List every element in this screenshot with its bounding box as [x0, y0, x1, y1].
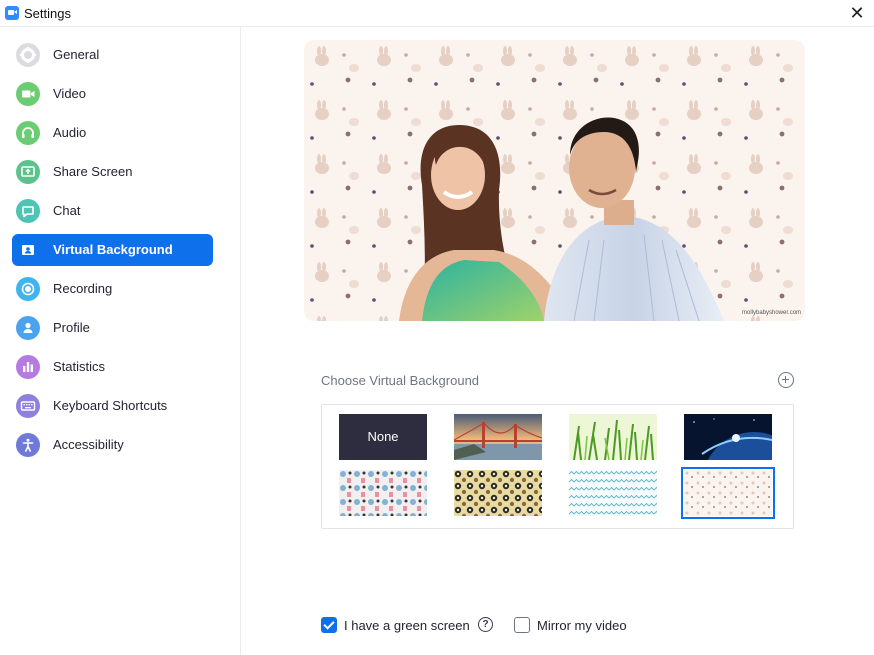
preview-watermark: mollybabyshower.com — [742, 310, 801, 316]
mirror-video-label: Mirror my video — [537, 618, 627, 633]
sidebar: General Video Audio Share Screen Chat Vi… — [0, 27, 241, 655]
sidebar-item-accessibility[interactable]: Accessibility — [12, 429, 213, 461]
chat-bubble-icon — [16, 199, 40, 223]
sidebar-item-chat[interactable]: Chat — [12, 195, 213, 227]
sidebar-item-general[interactable]: General — [12, 39, 213, 71]
person-icon — [16, 316, 40, 340]
choose-background-label: Choose Virtual Background — [321, 373, 480, 388]
close-button[interactable]: ✕ — [846, 3, 868, 23]
contact-card-icon — [16, 238, 40, 262]
background-thumb-pattern-1[interactable] — [339, 470, 427, 516]
sidebar-item-share-screen[interactable]: Share Screen — [12, 156, 213, 188]
background-thumb-pattern-2[interactable] — [454, 470, 542, 516]
sidebar-item-label: Keyboard Shortcuts — [53, 398, 168, 413]
background-thumb-earth[interactable] — [684, 414, 772, 460]
mirror-video-checkbox[interactable] — [514, 617, 530, 633]
video-preview: mollybabyshower.com — [304, 40, 805, 321]
title-bar: Settings ✕ — [0, 0, 874, 27]
sidebar-item-statistics[interactable]: Statistics — [12, 351, 213, 383]
sidebar-item-label: Chat — [53, 203, 81, 218]
sidebar-item-recording[interactable]: Recording — [12, 273, 213, 305]
sidebar-item-audio[interactable]: Audio — [12, 117, 213, 149]
sidebar-item-label: Profile — [53, 320, 90, 335]
background-thumb-pattern-4[interactable] — [681, 467, 775, 519]
sidebar-item-keyboard-shortcuts[interactable]: Keyboard Shortcuts — [12, 390, 213, 422]
bar-chart-icon — [16, 355, 40, 379]
sidebar-item-label: Video — [53, 86, 87, 101]
gear-icon — [16, 43, 40, 67]
background-thumb-golden-gate[interactable] — [454, 414, 542, 460]
keyboard-icon — [16, 394, 40, 418]
help-icon[interactable]: ? — [478, 617, 493, 632]
sidebar-item-video[interactable]: Video — [12, 78, 213, 110]
sidebar-item-label: Recording — [53, 281, 113, 296]
sidebar-item-label: Share Screen — [53, 164, 133, 179]
background-thumb-pattern-3[interactable] — [569, 470, 657, 516]
window-title: Settings — [24, 6, 71, 21]
background-thumb-none[interactable]: None — [339, 414, 427, 460]
green-screen-option[interactable]: I have a green screen ? — [321, 617, 501, 635]
sidebar-item-profile[interactable]: Profile — [12, 312, 213, 344]
headphones-icon — [16, 121, 40, 145]
add-background-button[interactable] — [778, 372, 794, 388]
sidebar-item-label: Virtual Background — [53, 242, 173, 257]
sidebar-item-label: Statistics — [53, 359, 106, 374]
background-gallery: None — [321, 404, 794, 529]
video-camera-icon — [16, 82, 40, 106]
sidebar-item-virtual-background[interactable]: Virtual Background — [12, 234, 213, 266]
accessibility-icon — [16, 433, 40, 457]
background-thumb-grass[interactable] — [569, 414, 657, 460]
record-icon — [16, 277, 40, 301]
green-screen-checkbox[interactable] — [321, 617, 337, 633]
zoom-app-icon — [5, 6, 19, 20]
green-screen-label: I have a green screen — [344, 618, 470, 633]
sidebar-item-label: General — [53, 47, 100, 62]
mirror-video-option[interactable]: Mirror my video — [514, 617, 644, 635]
sidebar-item-label: Accessibility — [53, 437, 124, 452]
sidebar-item-label: Audio — [53, 125, 87, 140]
share-screen-icon — [16, 160, 40, 184]
